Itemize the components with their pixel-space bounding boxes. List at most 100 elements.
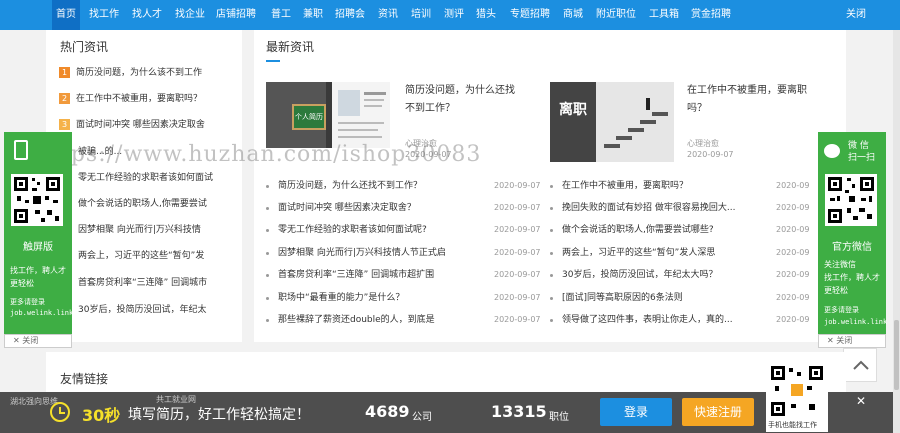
phone-icon [14,140,28,160]
qr-code-image [825,174,877,226]
promo-slogan: 填写简历，好工作轻松搞定！ [128,407,310,423]
top-nav: 首页 找工作 找人才 找企业 店铺招聘 普工 兼职 招聘会 资讯 培训 测评 猎… [0,0,900,30]
friend-links-title: 友情链接 [60,372,109,386]
nav-item-nearby-jobs[interactable]: 附近职位 [596,0,636,30]
news-row[interactable]: 零无工作经验的求职者该如何面试呢? 2020-09-07 [266,222,541,238]
scrollbar[interactable] [893,30,900,433]
login-button[interactable]: 登录 [600,398,672,426]
nav-item-mall[interactable]: 商城 [563,0,583,30]
back-to-top-button[interactable] [843,348,877,382]
nav-item-assessment[interactable]: 测评 [444,0,464,30]
companies-label: 公司 [412,412,432,423]
side-slogan-line: 找工作，聘人才 [10,266,66,275]
title-underline [266,60,280,62]
nav-item-training[interactable]: 培训 [411,0,431,30]
site-url: job.welink.link [10,309,74,317]
news-row[interactable]: 两会上，习近平的这些“暂句”发人深思 2020-09 [550,245,818,261]
nav-item-find-company[interactable]: 找企业 [175,0,205,30]
hot-news-item[interactable]: 1 简历没问题，为什么该不到工作 [59,66,202,80]
featured-date: 2020-09-07 [687,150,734,159]
chevron-up-icon [853,360,869,370]
news-row[interactable]: 职场中“最看重的能力”是什么？ 2020-09-07 [266,290,541,306]
site-url: job.welink.link [824,318,888,326]
news-row[interactable]: 简历没问题，为什么还找不到工作？ 2020-09-07 [266,178,541,194]
close-icon[interactable]: ✕ [856,394,866,408]
news-row[interactable]: 做个会说话的职场人,你需要尝试哪些? 2020-09 [550,222,818,238]
nav-item-general-worker[interactable]: 普工 [271,0,291,30]
mobile-version-label[interactable]: 触屏版 [4,238,72,253]
side-slogan-line: 更轻松 [824,286,848,295]
clock-icon [50,402,70,422]
news-row[interactable]: 那些裸辞了薪资还double的人，到底是 2020-09-07 [266,312,541,328]
featured-image-resume[interactable]: 个人简历 [266,82,390,148]
promo-highlight: 30秒 [82,406,121,425]
news-row[interactable]: 领导做了这四件事，表明让你走人，真的... 2020-09 [550,312,818,328]
nav-item-job-fair[interactable]: 招聘会 [335,0,365,30]
nav-item-shop-recruit[interactable]: 店铺招聘 [216,0,256,30]
hot-news-text: 面试时间冲突 哪些因素决定取舍 [76,120,205,130]
news-row[interactable]: 因梦相聚 向光而行|万兴科技情人节正式启 2020-09-07 [266,245,541,261]
news-row[interactable]: 在工作中不被重用，要离职吗？ 2020-09 [550,178,818,194]
hot-news-item[interactable]: 2 在工作中不被重用，要离职吗？ [59,92,202,106]
side-close-button[interactable]: ✕ 关闭 [818,334,886,348]
nav-item-toolbox[interactable]: 工具箱 [649,0,679,30]
hot-news-item[interactable]: 3 面试时间冲突 哪些因素决定取舍 [59,118,205,132]
qr-code-image [11,174,63,226]
rank-badge: 3 [59,119,70,130]
resign-text: 离职 [559,102,587,118]
nav-item-news[interactable]: 资讯 [378,0,398,30]
friend-links-panel: 友情链接 [46,352,846,392]
hot-news-item[interactable]: 做个会说话的职场人,你需要尝试 [78,197,207,211]
featured-title[interactable]: 在工作中不被重用，要离职吗？ [687,82,815,118]
hot-news-item[interactable]: 因梦相聚 向光而行|万兴科技情 [78,223,201,237]
nav-item-home[interactable]: 首页 [52,0,80,30]
official-wechat-label: 官方微信 [832,242,872,253]
wechat-icon [824,144,840,158]
login-hint: 更多请登录 [10,298,45,306]
nav-close-button[interactable]: 关闭 [846,0,866,30]
nav-item-part-time[interactable]: 兼职 [303,0,323,30]
side-slogan-line: 关注微信 [824,260,856,269]
nav-item-find-talent[interactable]: 找人才 [132,0,162,30]
news-row[interactable]: 面试时间冲突 哪些因素决定取舍？ 2020-09-07 [266,200,541,216]
news-row[interactable]: 挽回失败的面试有妙招 做牢很容易挽回大... 2020-09 [550,200,818,216]
hot-news-text: 简历没问题，为什么该不到工作 [76,68,203,78]
jobs-label: 职位 [549,412,569,423]
hot-news-item[interactable]: 30岁后，投简历没回试，年纪太 [78,303,206,317]
nav-item-find-job[interactable]: 找工作 [89,0,119,30]
right-qr-widget: 微 信 扫一扫 官方微信 关注微信 找工作，聘人才 更轻松 更多请登录 job.… [818,132,888,348]
nav-item-bounty-recruit[interactable]: 赏金招聘 [691,0,731,30]
register-promo-bar: 湖北强向思维 共工就业网 30秒 填写简历，好工作轻松搞定！ 4689 公司 1… [0,392,900,433]
nav-item-headhunter[interactable]: 猎头 [476,0,496,30]
featured-tag: 心理治愈 [687,139,719,148]
watermark-text: https://www.huzhan.com/ishop30083 [36,142,482,167]
hot-news-item[interactable]: 零无工作经验的求职者该如何面试 [78,171,213,185]
scrollbar-thumb[interactable] [894,320,899,390]
hot-news-title: 热门资讯 [60,40,109,54]
app-qr-caption: 手机也能找工作 [768,421,817,429]
hot-news-text: 在工作中不被重用，要离职吗？ [76,94,203,104]
register-button[interactable]: 快速注册 [682,398,754,426]
wechat-header: 扫一扫 [848,153,876,163]
login-hint: 更多请登录 [824,306,859,314]
hot-news-item[interactable]: 首套房贷利率“三连降” 回调城市 [78,276,207,290]
companies-count: 4689 [365,402,410,421]
side-slogan-line: 找工作，聘人才 [824,273,880,282]
jobs-count: 13315 [491,402,547,421]
nav-item-special-recruit[interactable]: 专题招聘 [510,0,550,30]
rank-badge: 1 [59,67,70,78]
side-slogan-line: 更轻松 [10,279,34,288]
news-row[interactable]: [面试]同等高职原因的6条法则 2020-09 [550,290,818,306]
left-qr-widget: 触屏版 找工作，聘人才 更轻松 更多请登录 job.welink.link ✕ … [4,132,74,348]
rank-badge: 2 [59,93,70,104]
resume-sign: 个人简历 [292,104,326,130]
featured-image-resign[interactable]: 离职 [550,82,674,162]
news-row[interactable]: 首套房贷利率“三连降” 回调城市超扩围 2020-09-07 [266,267,541,283]
hot-news-item[interactable]: 两会上，习近平的这些“暂句”发 [78,249,204,263]
featured-title[interactable]: 简历没问题，为什么还找不到工作？ [405,82,523,118]
news-row[interactable]: 30岁后，投简历没回试，年纪太大吗？ 2020-09 [550,267,818,283]
side-close-button[interactable]: ✕ 关闭 [4,334,72,348]
qr-code-image [771,366,823,416]
app-download-qr[interactable]: 手机也能找工作 [766,362,828,432]
latest-news-title: 最新资讯 [266,40,315,54]
